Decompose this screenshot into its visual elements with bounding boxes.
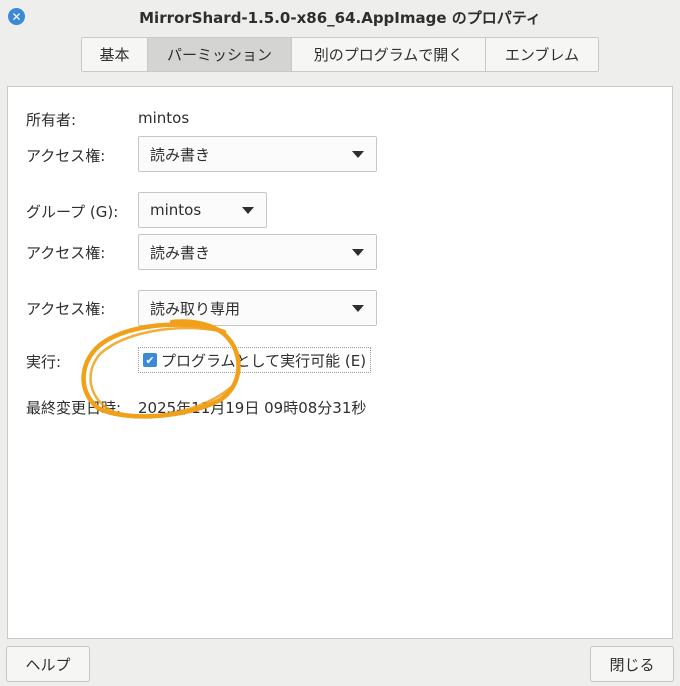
owner-label: 所有者: [26, 111, 77, 129]
owner-value: mintos [138, 109, 190, 127]
other-access-value: 読み取り専用 [150, 299, 241, 318]
close-icon[interactable]: ✕ [8, 8, 25, 25]
modified-value: 2025年11月19日 09時08分31秒 [138, 399, 367, 417]
checkbox-checked-icon[interactable]: ✔ [143, 353, 157, 367]
dropdown-arrow-icon [242, 207, 254, 214]
owner-access-label: アクセス権: [26, 147, 106, 165]
dropdown-arrow-icon [352, 151, 364, 158]
title-bar: ✕ MirrorShard-1.5.0-x86_64.AppImage のプロパ… [0, 0, 680, 34]
window-title: MirrorShard-1.5.0-x86_64.AppImage のプロパティ [139, 8, 541, 27]
group-value: mintos [150, 201, 202, 219]
execute-checkbox-label: プログラムとして実行可能 (E) [161, 351, 367, 370]
group-label: グループ (G): [26, 203, 119, 221]
group-dropdown[interactable]: mintos [138, 192, 267, 228]
tab-basic[interactable]: 基本 [82, 38, 148, 71]
other-access-label: アクセス権: [26, 300, 106, 318]
other-access-dropdown[interactable]: 読み取り専用 [138, 290, 377, 326]
permissions-panel: 所有者: mintos アクセス権: 読み書き グループ (G): mintos… [7, 86, 673, 639]
modified-label: 最終変更日時: [26, 399, 122, 417]
close-button[interactable]: 閉じる [590, 646, 674, 682]
tab-permissions[interactable]: パーミッション [148, 38, 292, 71]
tab-bar: 基本 パーミッション 別のプログラムで開く エンブレム [81, 37, 599, 72]
dropdown-arrow-icon [352, 249, 364, 256]
owner-access-value: 読み書き [150, 145, 211, 164]
execute-checkbox-row[interactable]: ✔ プログラムとして実行可能 (E) [138, 347, 372, 373]
tab-open-with[interactable]: 別のプログラムで開く [292, 38, 486, 71]
execute-label: 実行: [26, 353, 62, 371]
help-button[interactable]: ヘルプ [6, 646, 90, 682]
dropdown-arrow-icon [352, 305, 364, 312]
owner-access-dropdown[interactable]: 読み書き [138, 136, 377, 172]
group-access-dropdown[interactable]: 読み書き [138, 234, 377, 270]
tab-emblems[interactable]: エンブレム [486, 38, 598, 71]
group-access-value: 読み書き [150, 243, 211, 262]
group-access-label: アクセス権: [26, 244, 106, 262]
